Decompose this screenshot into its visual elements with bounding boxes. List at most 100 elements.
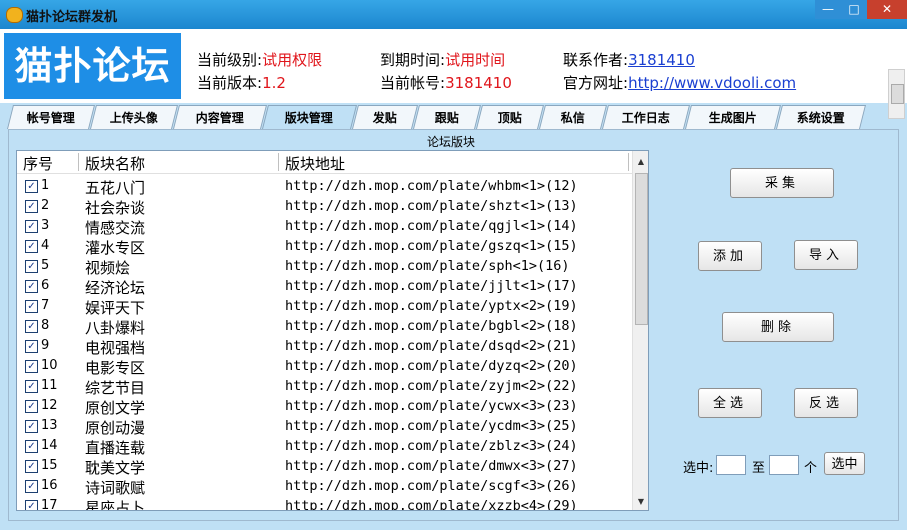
account-label: 当前帐号:: [380, 74, 446, 92]
tab-bar: 帐号管理 上传头像 内容管理 版块管理 发贴 跟贴 顶贴 私信 工作日志 生成图…: [0, 103, 907, 129]
list-item[interactable]: ✓ 3 情感交流 http://dzh.mop.com/plate/qgjl<1>(1…: [17, 217, 632, 237]
add-button[interactable]: 添加: [698, 241, 762, 271]
row-board-url: http://dzh.mop.com/plate/dyzq<2>(20): [285, 358, 578, 374]
tab-content[interactable]: 内容管理: [173, 105, 267, 129]
tab-label: 顶贴: [497, 111, 522, 125]
range-from-input[interactable]: [716, 455, 746, 475]
list-item[interactable]: ✓ 14 直播连载 http://dzh.mop.com/plate/zblz<3>(…: [17, 437, 632, 457]
header-scrollbar-thumb[interactable]: [891, 84, 904, 104]
list-item[interactable]: ✓ 1 五花八门 http://dzh.mop.com/plate/whbm<1>(1…: [17, 177, 632, 197]
row-checkbox[interactable]: ✓: [25, 420, 38, 433]
row-number: 8: [41, 318, 50, 333]
list-item[interactable]: ✓ 10 电影专区 http://dzh.mop.com/plate/dyzq<2>(…: [17, 357, 632, 377]
row-checkbox[interactable]: ✓: [25, 340, 38, 353]
import-button[interactable]: 导入: [794, 240, 858, 270]
tab-label: 帐号管理: [26, 111, 75, 125]
row-checkbox[interactable]: ✓: [25, 220, 38, 233]
tab-settings[interactable]: 系统设置: [776, 105, 866, 129]
row-board-url: http://dzh.mop.com/plate/sph<1>(16): [285, 258, 570, 274]
app-icon: [6, 7, 23, 23]
list-item[interactable]: ✓ 2 社会杂谈 http://dzh.mop.com/plate/shzt<1>(1…: [17, 197, 632, 217]
col-divider[interactable]: [278, 153, 279, 171]
collect-button[interactable]: 采集: [730, 168, 834, 198]
row-board-url: http://dzh.mop.com/plate/dsqd<2>(21): [285, 338, 578, 354]
account-value: 3181410: [445, 74, 512, 92]
tab-post[interactable]: 发贴: [352, 105, 418, 129]
tab-log[interactable]: 工作日志: [602, 105, 690, 129]
list-item[interactable]: ✓ 4 灌水专区 http://dzh.mop.com/plate/gszq<1>(1…: [17, 237, 632, 257]
scroll-up-icon[interactable]: ▲: [633, 154, 648, 170]
row-checkbox[interactable]: ✓: [25, 280, 38, 293]
author-link[interactable]: 3181410: [628, 51, 695, 69]
list-item[interactable]: ✓ 12 原创文学 http://dzh.mop.com/plate/ycwx<3>(…: [17, 397, 632, 417]
row-checkbox[interactable]: ✓: [25, 200, 38, 213]
row-number: 5: [41, 258, 50, 273]
row-board-name: 耽美文学: [85, 459, 146, 477]
row-board-name: 情感交流: [85, 219, 146, 237]
row-checkbox[interactable]: ✓: [25, 320, 38, 333]
row-board-url: http://dzh.mop.com/plate/dmwx<3>(27): [285, 458, 578, 474]
level-label: 当前级别:: [197, 51, 263, 69]
row-checkbox[interactable]: ✓: [25, 460, 38, 473]
list-item[interactable]: ✓ 17 星座占卜 http://dzh.mop.com/plate/xzzb<4>(…: [17, 497, 632, 510]
list-scrollbar[interactable]: ▲ ▼: [632, 151, 648, 510]
row-checkbox[interactable]: ✓: [25, 260, 38, 273]
row-checkbox[interactable]: ✓: [25, 500, 38, 510]
tab-label: 系统设置: [796, 111, 845, 125]
list-item[interactable]: ✓ 6 经济论坛 http://dzh.mop.com/plate/jjlt<1>(1…: [17, 277, 632, 297]
version-value: 1.2: [262, 74, 286, 92]
row-checkbox[interactable]: ✓: [25, 400, 38, 413]
tab-account[interactable]: 帐号管理: [7, 105, 95, 129]
select-range-button[interactable]: 选中: [824, 452, 865, 475]
col-header-url[interactable]: 版块地址: [285, 153, 345, 174]
list-item[interactable]: ✓ 5 视频烩 http://dzh.mop.com/plate/sph<1>(16): [17, 257, 632, 277]
row-number: 9: [41, 338, 50, 353]
board-list[interactable]: 序号 版块名称 版块地址 ✓ 1 五花八门 http://dzh.mop.com/pl…: [16, 150, 649, 511]
row-checkbox[interactable]: ✓: [25, 360, 38, 373]
list-scrollbar-thumb[interactable]: [635, 173, 648, 325]
tab-avatar[interactable]: 上传头像: [90, 105, 178, 129]
col-header-name[interactable]: 版块名称: [85, 153, 145, 174]
row-checkbox[interactable]: ✓: [25, 240, 38, 253]
row-board-name: 直播连载: [85, 439, 146, 457]
list-item[interactable]: ✓ 16 诗词歌赋 http://dzh.mop.com/plate/scgf<3>(…: [17, 477, 632, 497]
list-item[interactable]: ✓ 11 综艺节目 http://dzh.mop.com/plate/zyjm<2>(…: [17, 377, 632, 397]
range-to-label: 至: [752, 461, 766, 476]
row-checkbox[interactable]: ✓: [25, 380, 38, 393]
invert-selection-button[interactable]: 反选: [794, 388, 858, 418]
site-link[interactable]: http://www.vdooli.com: [628, 74, 796, 92]
tab-reply[interactable]: 跟贴: [413, 105, 481, 129]
row-checkbox[interactable]: ✓: [25, 440, 38, 453]
col-divider[interactable]: [628, 153, 629, 171]
author-info: 联系作者:3181410: [563, 49, 695, 70]
close-button[interactable]: ✕: [867, 0, 907, 19]
group-title: 论坛版块: [425, 133, 478, 150]
tab-message[interactable]: 私信: [539, 105, 607, 129]
select-all-button[interactable]: 全选: [698, 388, 762, 418]
row-number: 7: [41, 298, 50, 313]
row-number: 11: [41, 378, 58, 393]
tab-bump[interactable]: 顶贴: [476, 105, 544, 129]
range-to-input[interactable]: [769, 455, 799, 475]
col-header-num[interactable]: 序号: [23, 153, 53, 174]
row-checkbox[interactable]: ✓: [25, 300, 38, 313]
maximize-button[interactable]: □: [841, 0, 867, 19]
expire-value: 试用时间: [445, 51, 506, 69]
author-label: 联系作者:: [563, 51, 629, 69]
row-checkbox[interactable]: ✓: [25, 180, 38, 193]
row-checkbox[interactable]: ✓: [25, 480, 38, 493]
row-board-url: http://dzh.mop.com/plate/zyjm<2>(22): [285, 378, 578, 394]
delete-button[interactable]: 删除: [722, 312, 834, 342]
scroll-down-icon[interactable]: ▼: [633, 494, 648, 510]
col-divider[interactable]: [78, 153, 79, 171]
tab-board[interactable]: 版块管理: [262, 105, 357, 129]
row-board-url: http://dzh.mop.com/plate/ycdm<3>(25): [285, 418, 578, 434]
minimize-button[interactable]: —: [815, 0, 841, 19]
list-item[interactable]: ✓ 15 耽美文学 http://dzh.mop.com/plate/dmwx<3>(…: [17, 457, 632, 477]
list-item[interactable]: ✓ 8 八卦爆料 http://dzh.mop.com/plate/bgbl<2>(1…: [17, 317, 632, 337]
tab-image[interactable]: 生成图片: [685, 105, 781, 129]
list-item[interactable]: ✓ 7 娱评天下 http://dzh.mop.com/plate/yptx<2>(1…: [17, 297, 632, 317]
list-item[interactable]: ✓ 9 电视强档 http://dzh.mop.com/plate/dsqd<2>(2…: [17, 337, 632, 357]
tab-label: 发贴: [372, 111, 397, 125]
list-item[interactable]: ✓ 13 原创动漫 http://dzh.mop.com/plate/ycdm<3>(…: [17, 417, 632, 437]
